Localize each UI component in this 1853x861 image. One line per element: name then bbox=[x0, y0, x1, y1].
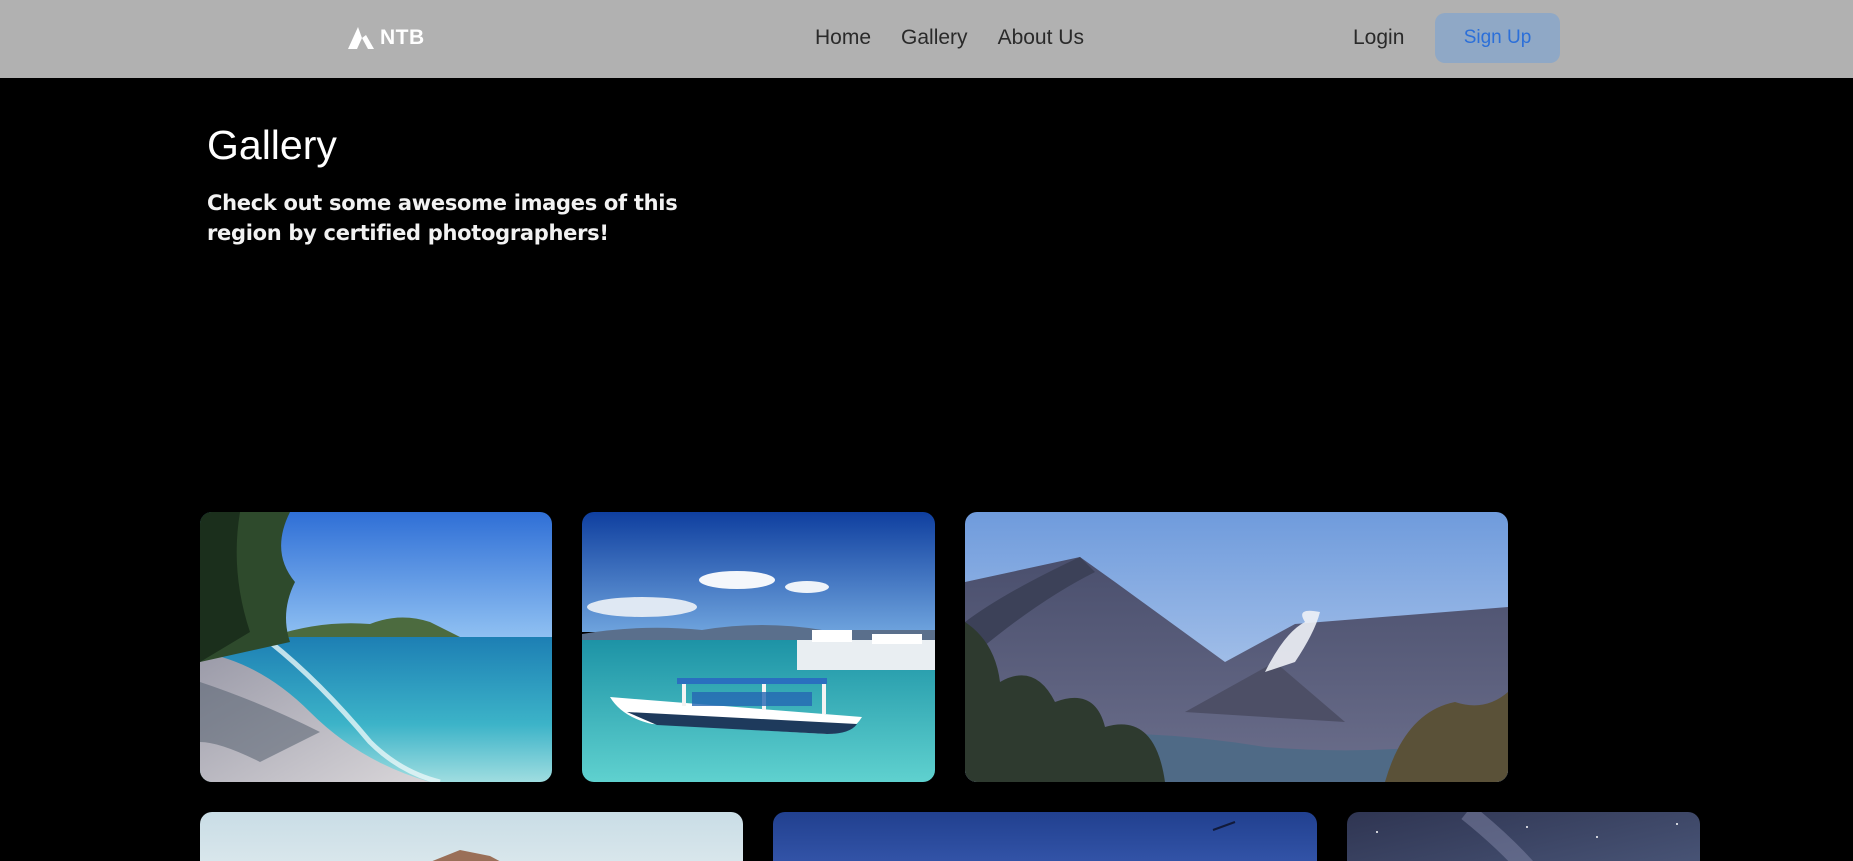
navbar: NTB Home Gallery About Us Login Sign Up bbox=[0, 0, 1853, 78]
login-link[interactable]: Login bbox=[1353, 24, 1404, 52]
brand-name: NTB bbox=[380, 26, 425, 49]
nav-link-about-us[interactable]: About Us bbox=[998, 24, 1084, 52]
page-title: Gallery bbox=[207, 122, 337, 168]
nav-link-home[interactable]: Home bbox=[815, 24, 871, 52]
main-nav: Home Gallery About Us bbox=[815, 24, 1084, 52]
page-subtitle: Check out some awesome images of this re… bbox=[207, 191, 678, 245]
sign-up-button[interactable]: Sign Up bbox=[1435, 13, 1560, 63]
gallery-photo-beach[interactable] bbox=[200, 512, 552, 782]
gallery-photo-volcano[interactable] bbox=[965, 512, 1508, 782]
gallery-photo-sky[interactable] bbox=[773, 812, 1317, 861]
brand-logo-link[interactable]: NTB bbox=[348, 24, 425, 52]
gallery-photo-stars[interactable] bbox=[1347, 812, 1700, 861]
gallery-photo-boat[interactable] bbox=[582, 512, 935, 782]
nav-link-gallery[interactable]: Gallery bbox=[901, 24, 968, 52]
gallery-photo-island[interactable] bbox=[200, 812, 743, 861]
mountain-logo-icon bbox=[348, 27, 374, 49]
